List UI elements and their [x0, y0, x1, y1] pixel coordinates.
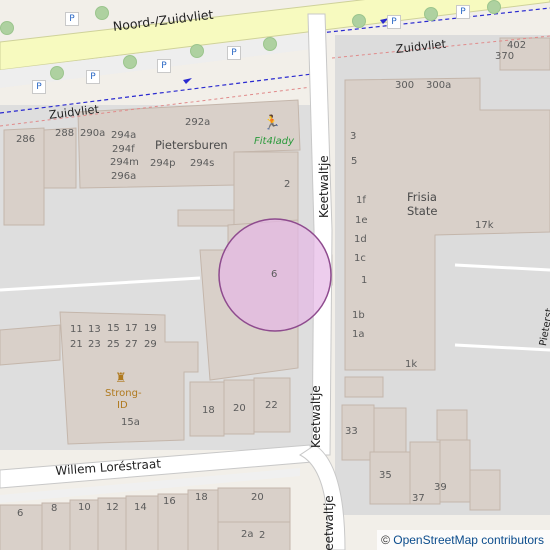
- house-number: 29: [144, 339, 157, 350]
- house-number: 1k: [405, 359, 418, 370]
- house-number: 2: [259, 530, 266, 541]
- road-label-keetwaltje-north: Keetwaltje: [317, 155, 331, 218]
- house-number: 300a: [426, 80, 452, 91]
- sports-icon: ♜: [115, 371, 127, 386]
- house-number: 10: [78, 502, 91, 513]
- house-number: 1e: [355, 215, 368, 226]
- house-number: 2: [284, 179, 291, 190]
- house-number: 8: [51, 503, 58, 514]
- house-number: 6: [271, 269, 278, 280]
- house-number: 19: [144, 323, 157, 334]
- house-number: 296a: [111, 171, 137, 182]
- tree-icon: [50, 66, 64, 80]
- house-number: 25: [107, 339, 120, 350]
- house-number: 1f: [356, 195, 366, 206]
- house-number: 22: [265, 400, 278, 411]
- house-number: 20: [251, 492, 264, 503]
- road-label-keetwaltje-south: Keetwaltje: [322, 495, 336, 550]
- tree-icon: [352, 14, 366, 28]
- parking-icon: P: [65, 12, 79, 26]
- house-number: 1a: [352, 329, 365, 340]
- parking-icon: P: [32, 80, 46, 94]
- house-number: 16: [163, 496, 176, 507]
- house-number: 294f: [112, 144, 135, 155]
- house-number: 290a: [80, 128, 106, 139]
- house-number: 402: [507, 40, 527, 51]
- house-number: 3: [350, 131, 357, 142]
- house-number: 37: [412, 493, 425, 504]
- house-number: 6: [17, 508, 24, 519]
- house-number: 23: [88, 339, 101, 350]
- tree-icon: [95, 6, 109, 20]
- house-number: 17: [125, 323, 138, 334]
- place-label-strong-id-2: ID: [117, 400, 128, 411]
- tree-icon: [487, 0, 501, 14]
- house-number: 1d: [354, 234, 367, 245]
- parking-icon: P: [157, 59, 171, 73]
- oneway-arrow: [183, 78, 192, 84]
- place-label-state: State: [407, 204, 438, 218]
- map-attribution: © OpenStreetMap contributors: [377, 530, 550, 550]
- place-label-strong-id-1: Strong-: [105, 388, 142, 399]
- house-number: 21: [70, 339, 83, 350]
- house-number: 15a: [121, 417, 140, 428]
- map-view[interactable]: P P P P P P P Noord-/Zuidvliet Zuidvliet…: [0, 0, 550, 550]
- place-label-frisia: Frisia: [407, 190, 437, 204]
- place-label-pietersburen: Pietersburen: [155, 138, 228, 152]
- house-number: 294p: [150, 158, 176, 169]
- attribution-link[interactable]: OpenStreetMap contributors: [393, 533, 544, 547]
- tree-icon: [0, 21, 14, 35]
- tree-icon: [190, 44, 204, 58]
- house-number: 18: [202, 405, 215, 416]
- house-number: 12: [106, 502, 119, 513]
- house-number: 27: [125, 339, 138, 350]
- house-number: 11: [70, 324, 83, 335]
- house-number: 13: [88, 324, 101, 335]
- house-number: 294s: [190, 158, 215, 169]
- fitness-icon: 🏃: [263, 115, 281, 131]
- house-number: 33: [345, 426, 358, 437]
- copyright-symbol: ©: [381, 533, 390, 547]
- house-number: 1c: [354, 253, 366, 264]
- house-number: 17k: [475, 220, 494, 231]
- parking-icon: P: [456, 5, 470, 19]
- house-number: 288: [55, 128, 75, 139]
- house-number: 292a: [185, 117, 211, 128]
- house-number: 5: [351, 156, 358, 167]
- house-number: 286: [16, 134, 36, 145]
- house-number: 18: [195, 492, 208, 503]
- house-number: 300: [395, 80, 415, 91]
- tree-icon: [123, 55, 137, 69]
- house-number: 2a: [241, 529, 254, 540]
- house-number: 1b: [352, 310, 365, 321]
- parking-icon: P: [227, 46, 241, 60]
- house-number: 15: [107, 323, 120, 334]
- house-number: 14: [134, 502, 147, 513]
- house-number: 294m: [110, 157, 139, 168]
- parking-icon: P: [387, 15, 401, 29]
- place-label-fit4lady: Fit4lady: [254, 136, 294, 147]
- house-number: 39: [434, 482, 447, 493]
- house-number: 1: [361, 275, 368, 286]
- tree-icon: [263, 37, 277, 51]
- parking-icon: P: [86, 70, 100, 84]
- road-label-keetwaltje-mid: Keetwaltje: [309, 385, 323, 448]
- house-number: 35: [379, 470, 392, 481]
- tree-icon: [424, 7, 438, 21]
- house-number: 370: [495, 51, 515, 62]
- house-number: 294a: [111, 130, 137, 141]
- house-number: 20: [233, 403, 246, 414]
